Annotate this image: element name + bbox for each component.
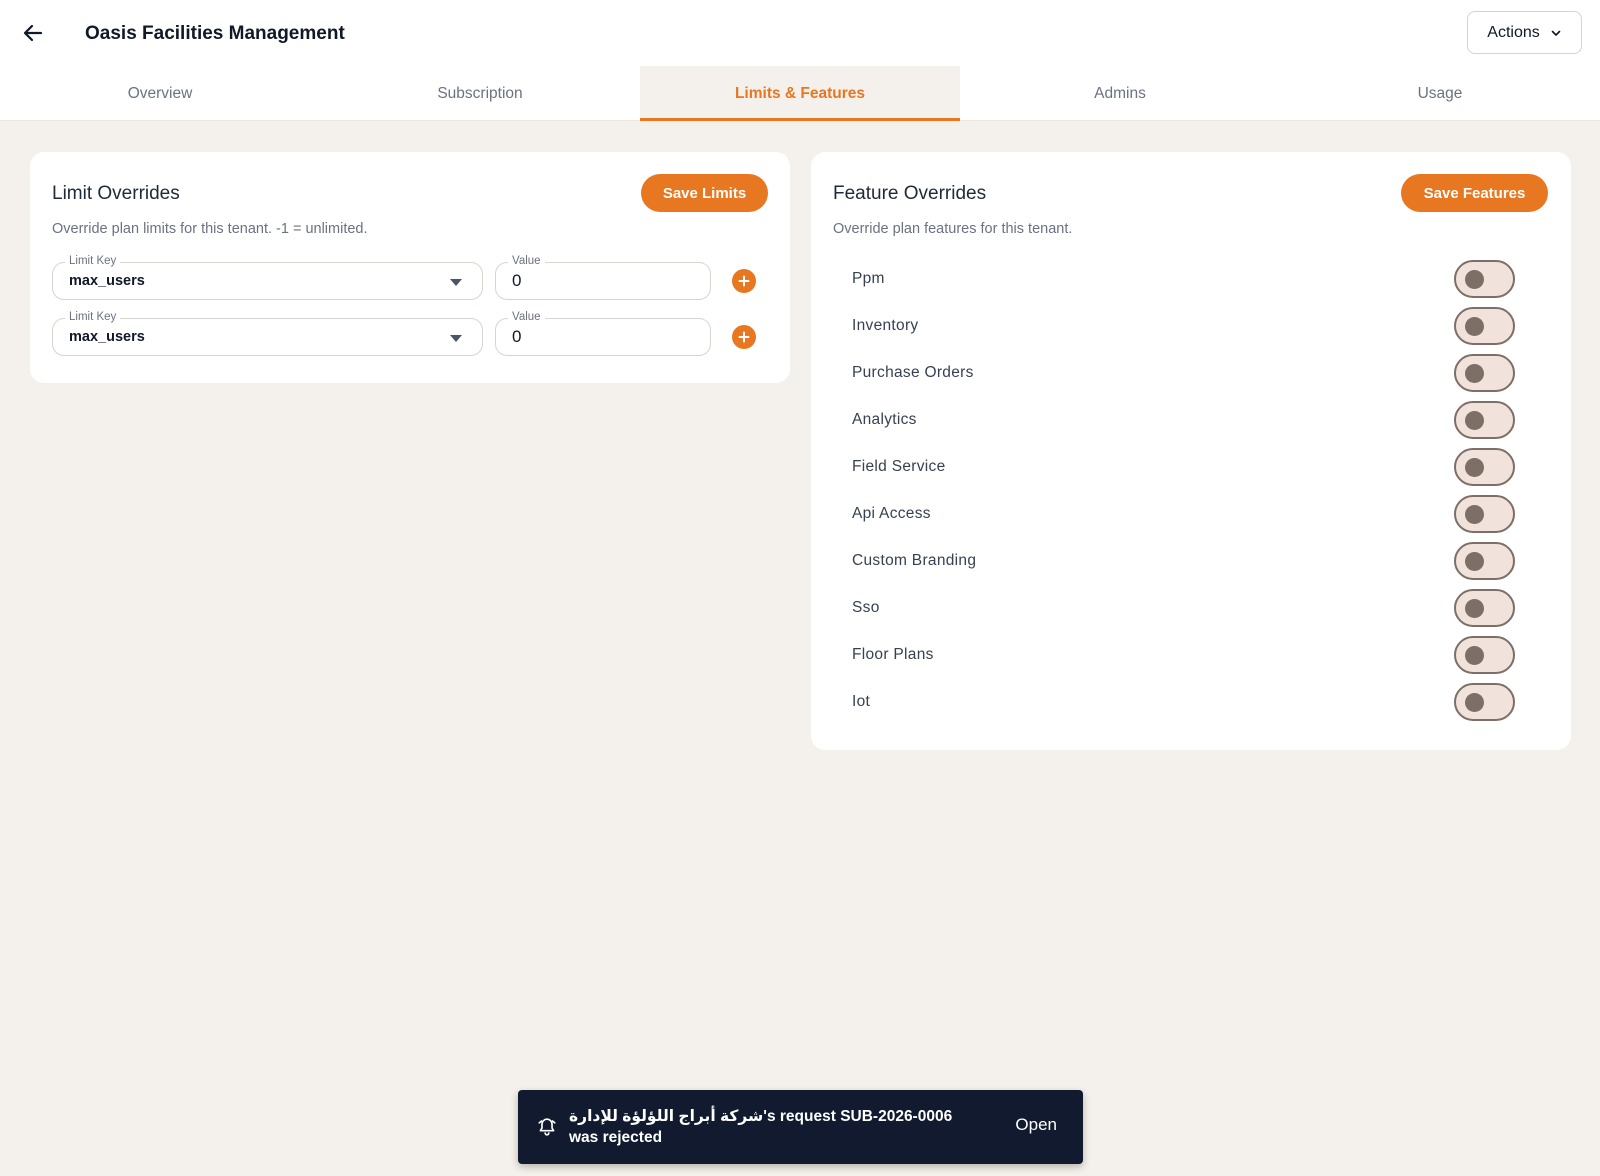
- feature-label: Analytics: [852, 411, 917, 428]
- feature-label: Iot: [852, 693, 871, 710]
- feature-overrides-subtitle: Override plan features for this tenant.: [833, 221, 1073, 237]
- feature-row-api-access: Api Access: [811, 492, 1571, 538]
- toggle-knob: [1465, 411, 1484, 430]
- limit-value: 0: [512, 327, 522, 346]
- value-label: Value: [508, 254, 545, 268]
- toggle-knob: [1465, 270, 1484, 289]
- feature-label: Api Access: [852, 505, 931, 522]
- feature-row-sso: Sso: [811, 586, 1571, 632]
- feature-toggle-inventory[interactable]: [1454, 307, 1515, 345]
- feature-toggle-iot[interactable]: [1454, 683, 1515, 721]
- feature-row-purchase-orders: Purchase Orders: [811, 351, 1571, 397]
- limit-key-value: max_users: [69, 273, 145, 289]
- feature-row-custom-branding: Custom Branding: [811, 539, 1571, 585]
- feature-overrides-card: Feature Overrides Save Features Override…: [811, 152, 1571, 750]
- tab-subscription[interactable]: Subscription: [320, 66, 640, 121]
- tab-usage[interactable]: Usage: [1280, 66, 1600, 121]
- limit-key-select[interactable]: Limit Key max_users: [52, 310, 483, 356]
- toggle-knob: [1465, 693, 1484, 712]
- actions-menu-button[interactable]: Actions: [1467, 11, 1582, 54]
- toggle-knob: [1465, 505, 1484, 524]
- feature-toggle-analytics[interactable]: [1454, 401, 1515, 439]
- limit-key-label: Limit Key: [65, 310, 121, 324]
- feature-overrides-title: Feature Overrides: [833, 183, 987, 204]
- dropdown-caret-icon: [450, 279, 462, 286]
- chevron-down-icon: [1551, 30, 1561, 36]
- tab-admins[interactable]: Admins: [960, 66, 1280, 121]
- plus-icon: [738, 331, 750, 343]
- feature-label: Sso: [852, 599, 880, 616]
- toggle-knob: [1465, 364, 1484, 383]
- feature-label: Field Service: [852, 458, 946, 475]
- snackbar-open-button[interactable]: Open: [1015, 1115, 1057, 1135]
- limit-value-input[interactable]: Value 0: [495, 254, 711, 300]
- toggle-knob: [1465, 458, 1484, 477]
- limit-key-label: Limit Key: [65, 254, 121, 268]
- feature-label: Purchase Orders: [852, 364, 974, 381]
- feature-row-ppm: Ppm: [811, 257, 1571, 303]
- notification-snackbar: شركة أبراج اللؤلؤة للإدارة's request SUB…: [518, 1090, 1083, 1164]
- toggle-knob: [1465, 599, 1484, 618]
- feature-label: Floor Plans: [852, 646, 934, 663]
- app-bar: Oasis Facilities Management Actions Over…: [0, 0, 1600, 121]
- tab-limits-features[interactable]: Limits & Features: [640, 66, 960, 121]
- feature-toggle-sso[interactable]: [1454, 589, 1515, 627]
- feature-toggle-purchase-orders[interactable]: [1454, 354, 1515, 392]
- feature-toggle-field-service[interactable]: [1454, 448, 1515, 486]
- limit-overrides-card: Limit Overrides Save Limits Override pla…: [30, 152, 790, 383]
- actions-label: Actions: [1487, 23, 1540, 41]
- feature-toggle-floor-plans[interactable]: [1454, 636, 1515, 674]
- feature-row-inventory: Inventory: [811, 304, 1571, 350]
- feature-toggle-api-access[interactable]: [1454, 495, 1515, 533]
- feature-toggle-ppm[interactable]: [1454, 260, 1515, 298]
- feature-label: Ppm: [852, 270, 885, 287]
- tab-overview[interactable]: Overview: [0, 66, 320, 121]
- save-features-button[interactable]: Save Features: [1401, 174, 1548, 212]
- snackbar-message: شركة أبراج اللؤلؤة للإدارة's request SUB…: [569, 1108, 953, 1146]
- save-limits-button[interactable]: Save Limits: [641, 174, 768, 212]
- back-button[interactable]: [14, 14, 52, 52]
- feature-label: Custom Branding: [852, 552, 977, 569]
- arrow-left-icon: [23, 24, 43, 42]
- value-label: Value: [508, 310, 545, 324]
- toggle-knob: [1465, 646, 1484, 665]
- toggle-knob: [1465, 552, 1484, 571]
- limit-overrides-subtitle: Override plan limits for this tenant. -1…: [52, 221, 368, 237]
- limit-key-value: max_users: [69, 329, 145, 345]
- plus-icon: [738, 275, 750, 287]
- add-limit-button[interactable]: [732, 325, 756, 349]
- dropdown-caret-icon: [450, 335, 462, 342]
- limit-overrides-title: Limit Overrides: [52, 183, 180, 204]
- feature-toggle-custom-branding[interactable]: [1454, 542, 1515, 580]
- page-title: Oasis Facilities Management: [85, 23, 345, 44]
- feature-row-analytics: Analytics: [811, 398, 1571, 444]
- tab-bar: Overview Subscription Limits & Features …: [0, 66, 1600, 121]
- feature-row-floor-plans: Floor Plans: [811, 633, 1571, 679]
- bell-off-icon: [538, 1118, 556, 1136]
- limit-value-input[interactable]: Value 0: [495, 310, 711, 356]
- toggle-knob: [1465, 317, 1484, 336]
- feature-row-field-service: Field Service: [811, 445, 1571, 491]
- limit-value: 0: [512, 271, 522, 290]
- add-limit-button[interactable]: [732, 269, 756, 293]
- limit-key-select[interactable]: Limit Key max_users: [52, 254, 483, 300]
- feature-label: Inventory: [852, 317, 919, 334]
- feature-row-iot: Iot: [811, 680, 1571, 726]
